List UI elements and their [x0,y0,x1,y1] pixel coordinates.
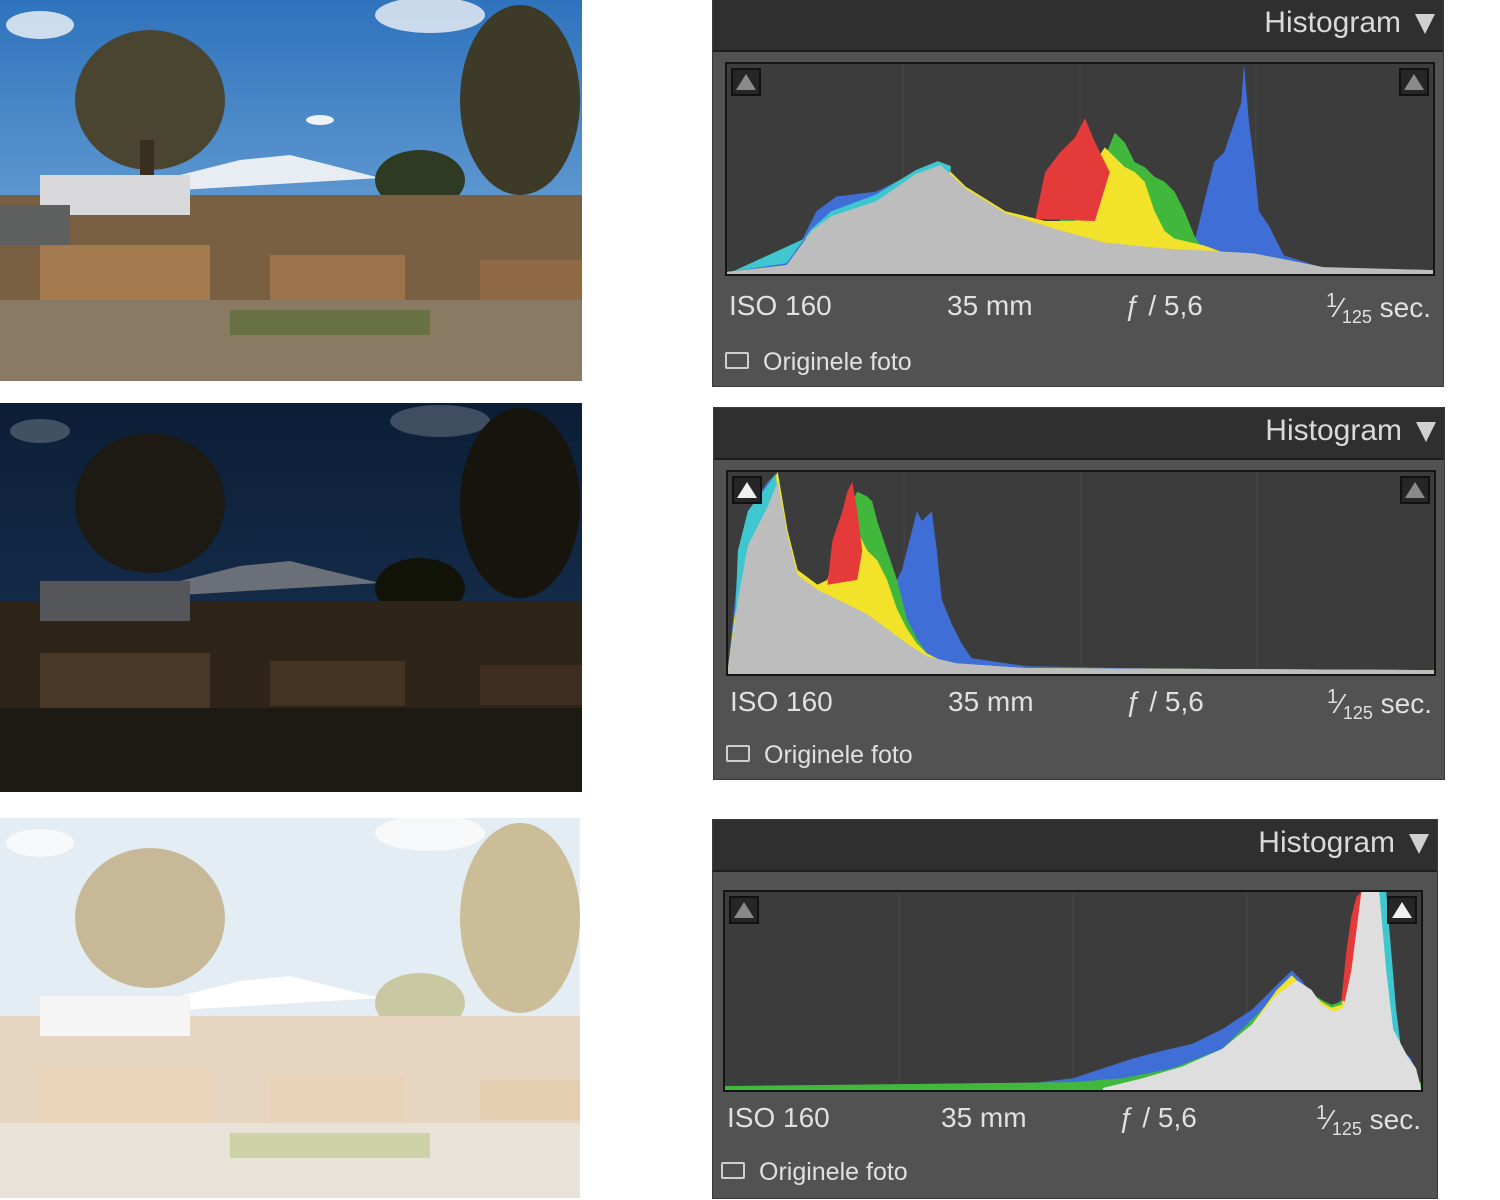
construction-site-scene-dark [0,403,582,792]
construction-site-scene [0,0,582,381]
iso-value: ISO 160 [730,686,833,717]
shutter-speed-value: 1⁄125 sec. [1327,686,1432,723]
shutter-numerator: 1 [1327,686,1339,708]
shutter-unit: sec. [1361,1104,1421,1135]
collapse-triangle-icon[interactable] [1416,422,1436,442]
focal-length-value: 35 mm [947,290,1033,321]
original-photo-checkbox[interactable] [726,745,750,762]
histogram-chart [727,64,1433,274]
panel-title: Histogram [1265,414,1402,447]
shutter-speed-value: 1⁄125 sec. [1316,1102,1421,1139]
shadow-clipping-toggle[interactable] [731,68,761,96]
shutter-numerator: 1 [1326,290,1338,312]
shutter-unit: sec. [1371,292,1431,323]
panel-header[interactable]: Histogram [713,0,1443,52]
shutter-denominator: 125 [1331,1119,1362,1139]
panel-title: Histogram [1264,6,1401,39]
panel-header[interactable]: Histogram [714,408,1444,460]
photo-normal-exposure [0,0,582,381]
camera-info-row: ISO 160 35 mm ƒ / 5,6 1⁄125 sec. [713,290,1443,330]
histogram-chart [725,892,1421,1090]
collapse-triangle-icon[interactable] [1415,14,1435,34]
histogram-graph [726,470,1436,676]
red-channel-area [1035,117,1110,222]
panel-header[interactable]: Histogram [713,820,1437,872]
highlight-clip-triangle-icon [1392,902,1412,918]
highlight-clip-triangle-icon [1405,482,1425,498]
focal-length-value: 35 mm [941,1102,1027,1133]
highlight-clipping-toggle[interactable] [1400,476,1430,504]
shutter-denominator: 125 [1342,703,1373,723]
highlight-clipping-toggle[interactable] [1387,896,1417,924]
focal-length-value: 35 mm [948,686,1034,717]
shadow-clip-triangle-icon [734,902,754,918]
shadow-clipping-toggle[interactable] [729,896,759,924]
photo-overexposed [0,818,580,1198]
shutter-numerator: 1 [1316,1102,1328,1124]
iso-value: ISO 160 [727,1102,830,1133]
iso-value: ISO 160 [729,290,832,321]
original-photo-checkbox[interactable] [721,1162,745,1179]
aperture-value: ƒ / 5,6 [1119,1102,1197,1133]
highlight-clipping-toggle[interactable] [1399,68,1429,96]
histogram-chart [728,472,1434,674]
histogram-panel-normal: Histogram ISO 160 35 mm ƒ / 5,6 1⁄125 se… [713,0,1443,386]
photo-underexposed [0,403,582,792]
histogram-panel-overexposed: Histogram ISO 160 35 mm ƒ / 5,6 1⁄125 se… [713,820,1437,1198]
aperture-value: ƒ / 5,6 [1126,686,1204,717]
panel-title: Histogram [1258,826,1395,859]
shutter-speed-value: 1⁄125 sec. [1326,290,1431,327]
histogram-panel-underexposed: Histogram ISO 160 35 mm ƒ / 5,6 1⁄125 se… [714,408,1444,779]
camera-info-row: ISO 160 35 mm ƒ / 5,6 1⁄125 sec. [713,1102,1437,1142]
shutter-unit: sec. [1372,688,1432,719]
collapse-triangle-icon[interactable] [1409,834,1429,854]
original-photo-checkbox[interactable] [725,352,749,369]
aperture-value: ƒ / 5,6 [1125,290,1203,321]
construction-site-scene-bright [0,818,580,1198]
shadow-clipping-toggle[interactable] [732,476,762,504]
highlight-clip-triangle-icon [1404,74,1424,90]
original-photo-label: Originele foto [759,1158,908,1186]
shadow-clip-triangle-icon [736,74,756,90]
original-photo-label: Originele foto [763,348,912,376]
histogram-graph [723,890,1423,1092]
shutter-denominator: 125 [1341,307,1372,327]
histogram-graph [725,62,1435,276]
camera-info-row: ISO 160 35 mm ƒ / 5,6 1⁄125 sec. [714,686,1444,726]
original-photo-label: Originele foto [764,741,913,769]
shadow-clip-triangle-icon [737,482,757,498]
